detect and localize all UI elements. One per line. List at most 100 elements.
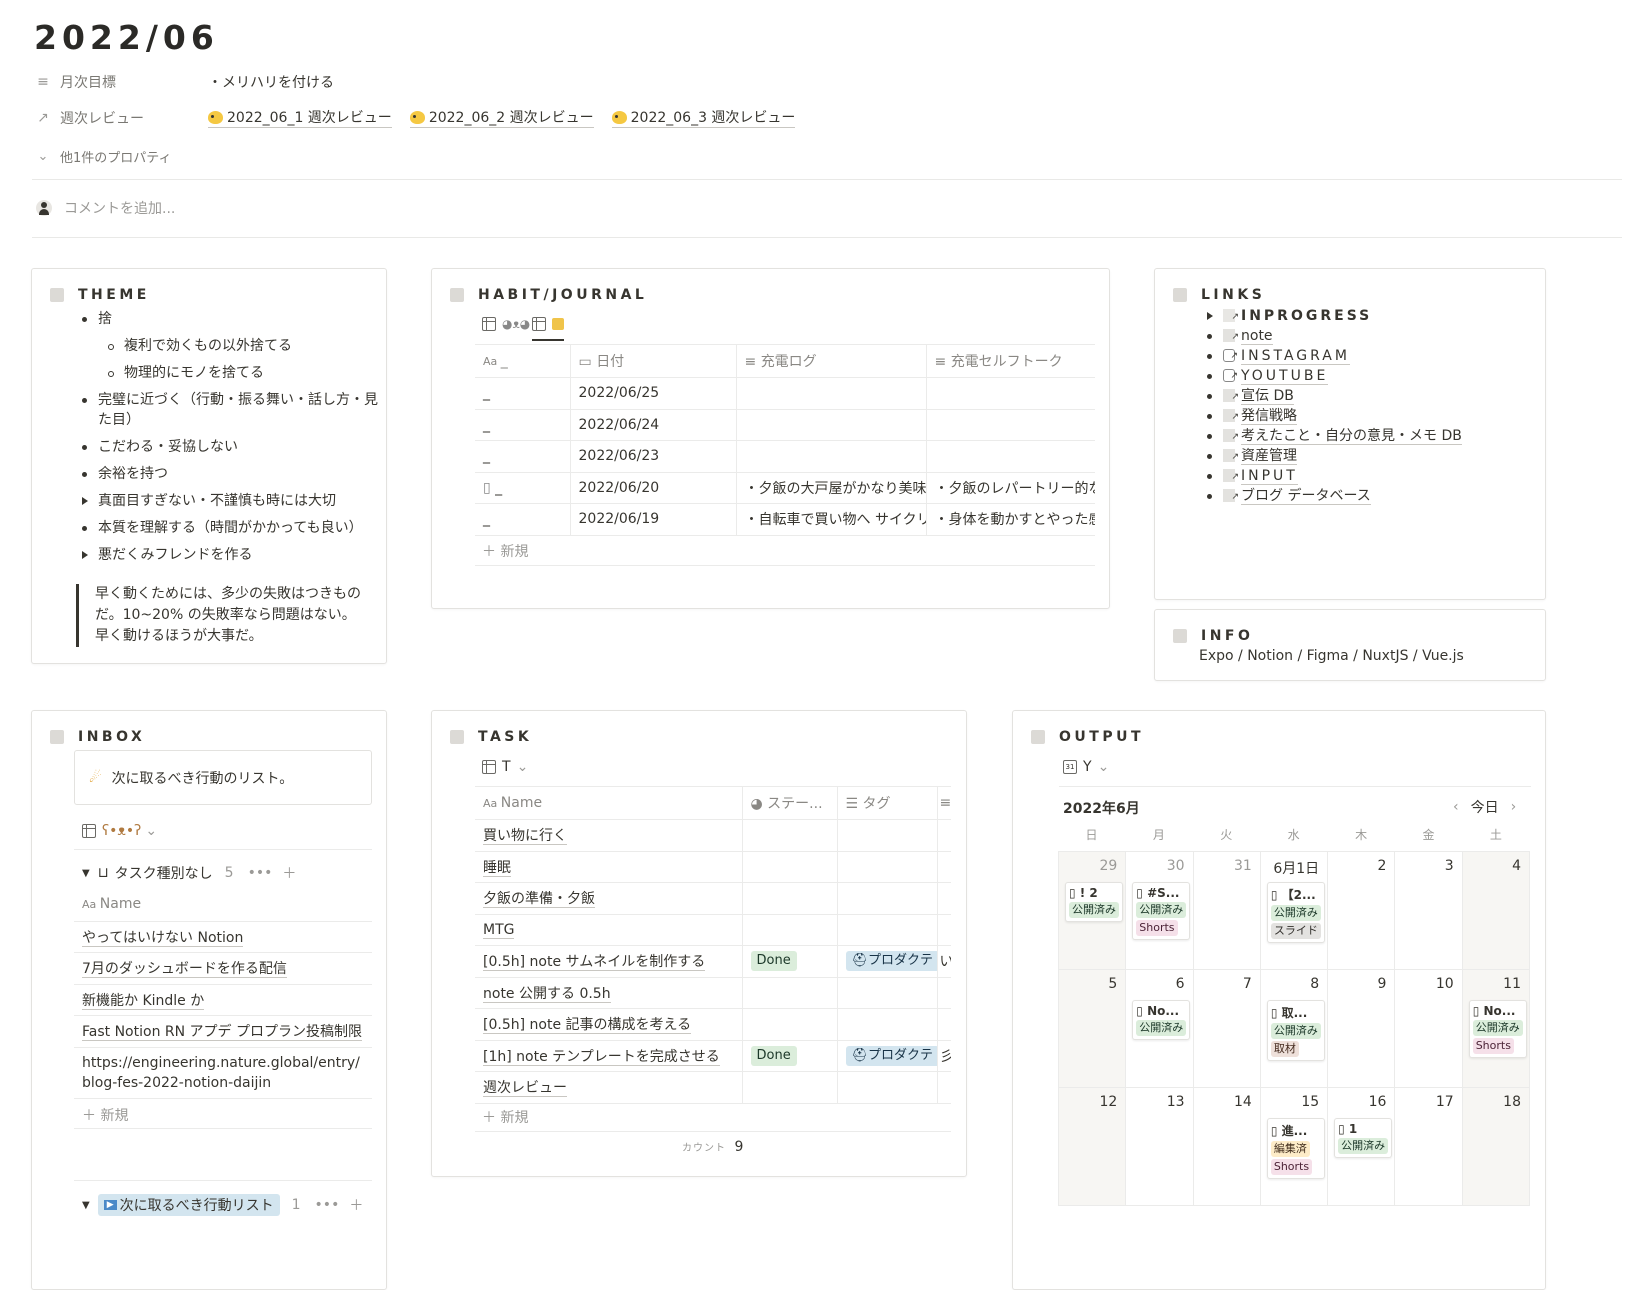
relation-link[interactable]: 2022_06_3 週次レビュー — [611, 109, 796, 128]
new-row-button[interactable]: ＋ 新規 — [482, 541, 528, 561]
calendar-day[interactable]: 6 ▯ No... 公開済み — [1126, 970, 1194, 1088]
table-row[interactable]: 夕飯の準備・夕飯 — [475, 882, 951, 915]
property-weekly-review[interactable]: ↗ 週次レビュー — [34, 106, 144, 130]
comment-input[interactable]: コメントを追加... — [64, 198, 175, 218]
calendar-day[interactable]: 14 — [1193, 1088, 1261, 1206]
relation-link[interactable]: 2022_06_1 週次レビュー — [208, 109, 392, 128]
property-monthly-goal[interactable]: ≡ 月次目標 — [34, 70, 116, 94]
calendar-day[interactable]: 18 — [1462, 1088, 1530, 1206]
link-inprogress[interactable]: INPROGRESS — [1205, 306, 1535, 327]
column-header[interactable]: ☰ タグ — [836, 786, 937, 820]
calendar-event[interactable]: ▯ No... 公開済み — [1132, 1000, 1191, 1040]
table-row[interactable]: [0.5h] note 記事の構成を考える — [475, 1008, 951, 1041]
table-row[interactable]: _ 2022/06/19 ・自転車で買い物へ サイクリン ・身体を動かすとやった感 — [475, 503, 1095, 536]
link-instagram[interactable]: INSTAGRAM — [1205, 346, 1535, 366]
calendar-event[interactable]: ▯ #S... 公開済み Shorts — [1132, 882, 1191, 940]
column-header[interactable]: Aa _ — [475, 344, 570, 378]
table-row[interactable]: 睡眠 — [475, 851, 951, 883]
table-row[interactable]: 週次レビュー — [475, 1071, 951, 1104]
calendar-event[interactable]: ▯ 【2... 公開済み スライド — [1266, 882, 1325, 943]
calendar-day[interactable]: 15 ▯ 進... 編集済 Shorts — [1260, 1088, 1329, 1206]
calendar-event[interactable]: ▯ ! 2 公開済み — [1065, 882, 1123, 922]
link-assets[interactable]: 資産管理 — [1205, 446, 1535, 467]
column-header[interactable]: ≡ 充電ログ — [735, 344, 926, 378]
link-youtube[interactable]: YOUTUBE — [1205, 366, 1535, 386]
calendar-day[interactable]: 29 ▯ ! 2 公開済み — [1059, 852, 1127, 970]
table-row[interactable]: _ 2022/06/24 — [475, 409, 1095, 441]
column-header[interactable]: ≡ 充電セルフトーク — [925, 344, 1095, 378]
calendar-event[interactable]: ▯ 進... 編集済 Shorts — [1266, 1118, 1325, 1179]
column-header[interactable]: ≡ — [936, 786, 951, 820]
table-row[interactable]: 新機能か Kindle か — [74, 984, 372, 1016]
link-promo-db[interactable]: 宣伝 DB — [1205, 386, 1535, 407]
calendar-day[interactable]: 9 — [1328, 970, 1396, 1088]
table-row[interactable]: _ 2022/06/23 — [475, 440, 1095, 473]
calendar-day[interactable]: 11 ▯ No... 公開済み Shorts — [1462, 970, 1530, 1088]
calendar-day[interactable]: 8 ▯ 取... 公開済み 取材 — [1260, 970, 1329, 1088]
calendar-day[interactable]: 2 — [1328, 852, 1396, 970]
group-header[interactable]: ▼ ⊔ タスク種別なし 5 ••• ＋ — [82, 863, 296, 883]
column-header[interactable]: ◕ ステー... — [741, 786, 837, 820]
comment-bar: コメントを追加... — [36, 198, 175, 218]
calendar-day[interactable]: 7 — [1193, 970, 1261, 1088]
more-icon[interactable]: ••• — [248, 865, 273, 881]
calendar-day[interactable]: 17 — [1395, 1088, 1463, 1206]
calendar-day[interactable]: 3 — [1395, 852, 1463, 970]
toggle-item[interactable]: 真面目すぎない・不謹慎も時には大切 — [80, 491, 380, 511]
calendar-day[interactable]: 5 — [1059, 970, 1127, 1088]
calendar-event[interactable]: ▯ No... 公開済み Shorts — [1468, 1000, 1527, 1058]
calendar-day[interactable]: 13 — [1126, 1088, 1194, 1206]
view-tab-table-rabbit[interactable]: ◕ᴥ◕ — [482, 317, 530, 331]
more-icon[interactable]: ••• — [315, 1197, 340, 1213]
view-tab-table-note[interactable] — [532, 317, 564, 341]
link-memo-db[interactable]: 考えたこと・自分の意見・メモ DB — [1205, 426, 1535, 447]
table-row[interactable]: 買い物に行く — [475, 819, 951, 852]
table-row[interactable]: [0.5h] note サムネイルを制作するDone⛑プロダクテい — [475, 945, 951, 978]
new-row-button[interactable]: ＋ 新規 — [482, 1107, 528, 1127]
calendar-day[interactable]: 30 ▯ #S... 公開済み Shorts — [1126, 852, 1194, 970]
new-row-button[interactable]: ＋ 新規 — [82, 1105, 128, 1125]
table-row[interactable]: Fast Notion RN アプデ プロプラン投稿制限 — [74, 1015, 372, 1048]
column-header[interactable]: ▭ 日付 — [569, 344, 736, 378]
table-row[interactable]: note 公開する 0.5h — [475, 977, 951, 1009]
chevron-right-icon[interactable]: › — [1511, 799, 1517, 815]
property-value[interactable]: ・メリハリを付ける — [208, 70, 334, 94]
table-row[interactable]: https://engineering.nature.global/entry/… — [74, 1047, 372, 1099]
link-strategy[interactable]: 発信戦略 — [1205, 406, 1535, 427]
column-header[interactable]: Aa Name — [475, 786, 742, 820]
toggle-item[interactable]: 悪だくみフレンドを作る — [80, 545, 380, 565]
calendar-day[interactable]: 12 — [1059, 1088, 1127, 1206]
group-header[interactable]: ▼ ▶ 次に取るべき行動リスト 1 ••• ＋ — [82, 1194, 363, 1216]
table-row[interactable]: _ 2022/06/25 — [475, 377, 1095, 410]
table-row[interactable]: [1h] note テンプレートを完成させるDone⛑プロダクテ彡 — [475, 1040, 951, 1072]
table-row[interactable]: 7月のダッシュボードを作る配信 — [74, 952, 372, 985]
list-item: 余裕を持つ — [80, 464, 380, 484]
column-header[interactable]: Aa Name — [74, 888, 372, 922]
view-selector[interactable]: ʕ•ᴥ•ʔ ⌄ — [82, 822, 157, 839]
table-row[interactable]: MTG — [475, 914, 951, 946]
link-note[interactable]: note — [1205, 326, 1535, 347]
table-row[interactable]: ▯ _ 2022/06/20 ・夕飯の大戸屋がかなり美味し ・夕飯のレパートリー的な — [475, 472, 1095, 504]
day-number: 16 — [1368, 1094, 1387, 1110]
plus-icon[interactable]: ＋ — [282, 863, 296, 883]
today-button[interactable]: 今日 — [1471, 797, 1499, 817]
link-input[interactable]: INPUT — [1205, 466, 1535, 487]
block-icon — [50, 288, 64, 302]
relation-link[interactable]: 2022_06_2 週次レビュー — [409, 109, 594, 128]
calendar-day[interactable]: 16 ▯ 1 公開済み — [1328, 1088, 1396, 1206]
inbox-card: INBOX ☄ 次に取るべき行動のリスト。 ʕ•ᴥ•ʔ ⌄ ▼ ⊔ タスク種別なし … — [31, 710, 387, 1290]
calendar-event[interactable]: ▯ 取... 公開済み 取材 — [1266, 1000, 1325, 1061]
table-row[interactable]: やってはいけない Notion — [74, 921, 372, 953]
calendar-day[interactable]: 4 — [1462, 852, 1530, 970]
more-properties-toggle[interactable]: ⌄ 他1件のプロパティ — [34, 144, 172, 168]
calendar-nav: ‹ 今日 › — [1453, 797, 1516, 817]
calendar-day[interactable]: 6月1日 ▯ 【2... 公開済み スライド — [1260, 852, 1329, 970]
calendar-day[interactable]: 31 — [1193, 852, 1261, 970]
view-selector[interactable]: 31 Y ⌄ — [1063, 759, 1109, 775]
link-blog-db[interactable]: ブログ データベース — [1205, 486, 1535, 507]
view-selector[interactable]: T ⌄ — [482, 759, 528, 775]
chevron-left-icon[interactable]: ‹ — [1453, 799, 1459, 815]
calendar-event[interactable]: ▯ 1 公開済み — [1334, 1118, 1393, 1158]
plus-icon[interactable]: ＋ — [349, 1195, 363, 1215]
calendar-day[interactable]: 10 — [1395, 970, 1463, 1088]
